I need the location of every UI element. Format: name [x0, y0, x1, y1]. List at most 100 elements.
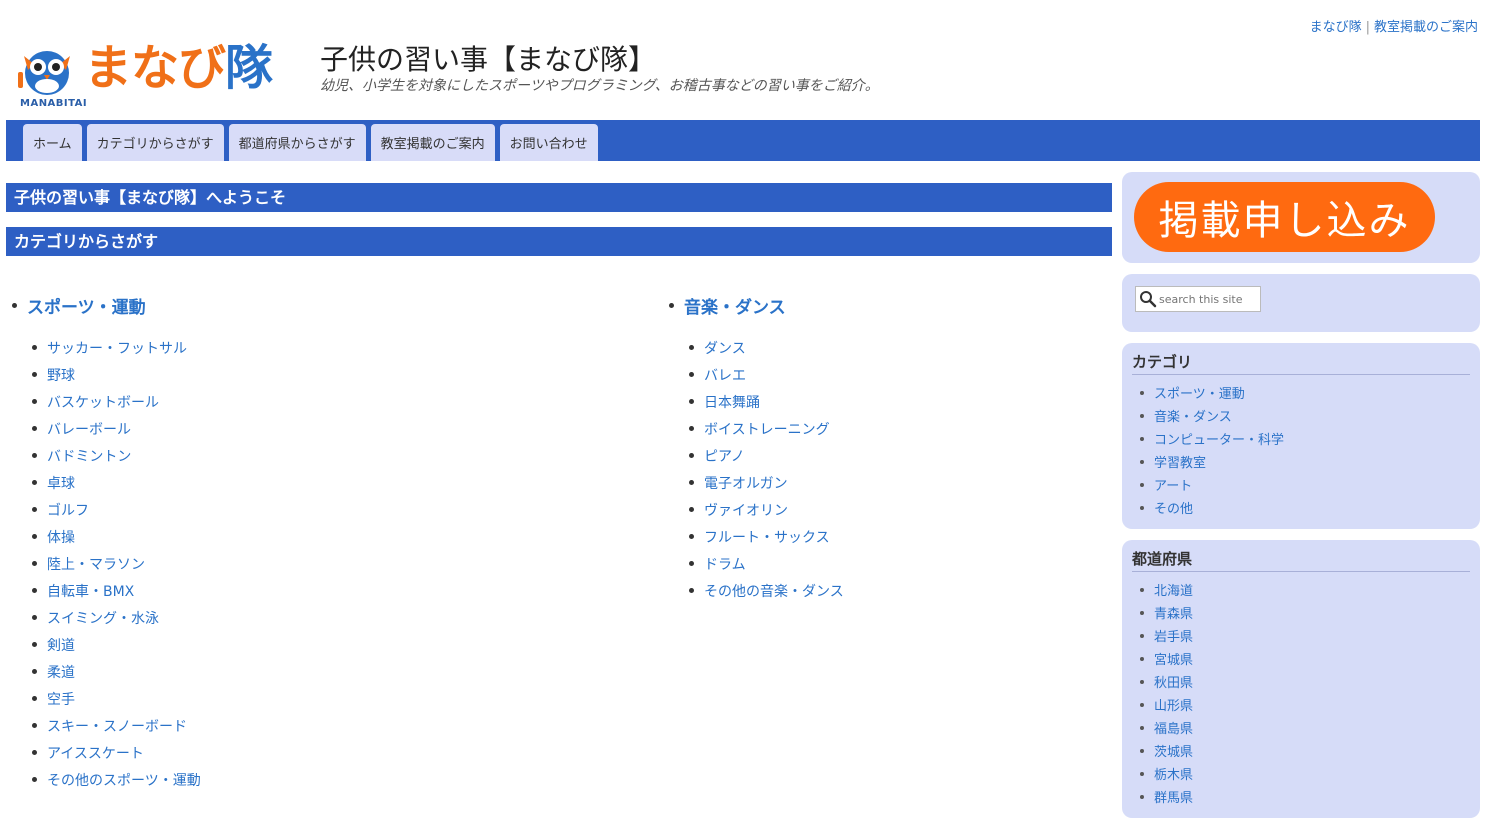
site-logo[interactable]: まなび隊 MANABITAI [14, 40, 309, 110]
category-item[interactable]: バレエ [669, 361, 844, 388]
category-item[interactable]: 卓球 [12, 469, 201, 496]
category-item[interactable]: 電子オルガン [669, 469, 844, 496]
nav-search-by-category[interactable]: カテゴリからさがす [86, 124, 224, 161]
sidebar-category-item[interactable]: スポーツ・運動 [1132, 381, 1470, 404]
category-item[interactable]: 自転車・BMX [12, 577, 201, 604]
category-item[interactable]: ゴルフ [12, 496, 201, 523]
category-item-link[interactable]: 野球 [47, 365, 75, 385]
category-item-link[interactable]: 日本舞踊 [704, 392, 760, 412]
category-item[interactable]: ダンス [669, 334, 844, 361]
category-item-link[interactable]: その他のスポーツ・運動 [47, 770, 201, 790]
category-item-link[interactable]: バレエ [704, 365, 746, 385]
category-item[interactable]: 体操 [12, 523, 201, 550]
category-item-link[interactable]: 柔道 [47, 662, 75, 682]
search-field[interactable] [1135, 286, 1261, 312]
category-link-sports[interactable]: スポーツ・運動 [27, 293, 146, 318]
sidebar-prefecture-item-link[interactable]: 山形県 [1154, 695, 1193, 714]
sidebar-category-item[interactable]: アート [1132, 473, 1470, 496]
category-item[interactable]: その他のスポーツ・運動 [12, 766, 201, 793]
category-item-link[interactable]: バレーボール [47, 419, 131, 439]
category-item-link[interactable]: スキー・スノーボード [47, 716, 187, 736]
category-item[interactable]: 空手 [12, 685, 201, 712]
category-item-link[interactable]: ヴァイオリン [704, 500, 788, 520]
category-item-link[interactable]: 電子オルガン [704, 473, 788, 493]
sidebar-category-item-link[interactable]: コンピューター・科学 [1154, 429, 1284, 448]
category-link-music[interactable]: 音楽・ダンス [684, 293, 786, 318]
nav-home[interactable]: ホーム [23, 124, 82, 161]
nav-contact[interactable]: お問い合わせ [499, 124, 598, 161]
category-item-link[interactable]: 自転車・BMX [47, 581, 134, 601]
sidebar-category-item-link[interactable]: その他 [1154, 498, 1193, 517]
sidebar-prefecture-item-link[interactable]: 群馬県 [1154, 787, 1193, 806]
sidebar-prefecture-item[interactable]: 宮城県 [1132, 647, 1470, 670]
sidebar-prefecture-item[interactable]: 茨城県 [1132, 739, 1470, 762]
nav-search-by-prefecture[interactable]: 都道府県からさがす [228, 124, 366, 161]
category-item-link[interactable]: その他の音楽・ダンス [704, 581, 844, 601]
category-item[interactable]: アイススケート [12, 739, 201, 766]
sidebar-prefecture-item[interactable]: 栃木県 [1132, 762, 1470, 785]
toplink-listing-info[interactable]: 教室掲載のご案内 [1374, 20, 1478, 35]
category-item-link[interactable]: スイミング・水泳 [47, 608, 159, 628]
category-item[interactable]: スキー・スノーボード [12, 712, 201, 739]
sidebar-category-item-link[interactable]: アート [1154, 475, 1192, 494]
category-item-link[interactable]: ピアノ [704, 446, 745, 466]
category-item[interactable]: バレーボール [12, 415, 201, 442]
category-item[interactable]: 柔道 [12, 658, 201, 685]
sidebar-prefecture-item[interactable]: 北海道 [1132, 578, 1470, 601]
category-item-link[interactable]: 体操 [47, 527, 75, 547]
category-item-link[interactable]: ゴルフ [47, 500, 89, 520]
category-item[interactable]: 野球 [12, 361, 201, 388]
category-item[interactable]: ボイストレーニング [669, 415, 844, 442]
sidebar-category-item[interactable]: 音楽・ダンス [1132, 404, 1470, 427]
category-item-link[interactable]: ボイストレーニング [704, 419, 830, 439]
sidebar-category-item-link[interactable]: 学習教室 [1154, 452, 1206, 471]
search-input[interactable] [1157, 292, 1255, 306]
category-item[interactable]: ドラム [669, 550, 844, 577]
sidebar-prefecture-item-link[interactable]: 栃木県 [1154, 764, 1193, 783]
category-item[interactable]: ピアノ [669, 442, 844, 469]
sidebar-category-item[interactable]: その他 [1132, 496, 1470, 519]
category-item-link[interactable]: 陸上・マラソン [47, 554, 145, 574]
sidebar-prefecture-item-link[interactable]: 宮城県 [1154, 649, 1193, 668]
sidebar-category-item[interactable]: コンピューター・科学 [1132, 427, 1470, 450]
apply-listing-button[interactable]: 掲載申し込み [1134, 182, 1435, 252]
category-item[interactable]: ヴァイオリン [669, 496, 844, 523]
category-item[interactable]: 日本舞踊 [669, 388, 844, 415]
category-item-link[interactable]: アイススケート [47, 743, 144, 763]
sidebar-prefecture-item[interactable]: 山形県 [1132, 693, 1470, 716]
sidebar-prefecture-item-link[interactable]: 北海道 [1154, 580, 1193, 599]
sidebar-prefecture-item[interactable]: 群馬県 [1132, 785, 1470, 808]
sidebar-prefecture-item-link[interactable]: 秋田県 [1154, 672, 1193, 691]
sidebar-prefecture-item[interactable]: 福島県 [1132, 716, 1470, 739]
category-item-link[interactable]: 剣道 [47, 635, 75, 655]
category-item[interactable]: その他の音楽・ダンス [669, 577, 844, 604]
category-item[interactable]: 剣道 [12, 631, 201, 658]
sidebar-prefecture-item[interactable]: 秋田県 [1132, 670, 1470, 693]
sidebar-prefecture-item[interactable]: 青森県 [1132, 601, 1470, 624]
category-item-link[interactable]: バスケットボール [47, 392, 159, 412]
category-item-link[interactable]: バドミントン [47, 446, 131, 466]
category-item[interactable]: サッカー・フットサル [12, 334, 201, 361]
category-item[interactable]: スイミング・水泳 [12, 604, 201, 631]
nav-listing-info[interactable]: 教室掲載のご案内 [370, 124, 495, 161]
category-item[interactable]: バドミントン [12, 442, 201, 469]
sidebar-category-item-link[interactable]: スポーツ・運動 [1154, 383, 1245, 402]
category-item-link[interactable]: 卓球 [47, 473, 75, 493]
toplink-manabitai[interactable]: まなび隊 [1310, 20, 1362, 35]
category-item-link[interactable]: ダンス [704, 338, 746, 358]
category-item-link[interactable]: ドラム [704, 554, 746, 574]
sidebar-prefecture-item-link[interactable]: 岩手県 [1154, 626, 1193, 645]
category-item-link[interactable]: フルート・サックス [704, 527, 830, 547]
sidebar-prefecture-item-link[interactable]: 福島県 [1154, 718, 1193, 737]
sidebar-prefecture-item-link[interactable]: 青森県 [1154, 603, 1193, 622]
category-item[interactable]: 陸上・マラソン [12, 550, 201, 577]
category-item[interactable]: フルート・サックス [669, 523, 844, 550]
sidebar-prefecture-item-link[interactable]: 茨城県 [1154, 741, 1193, 760]
category-item[interactable]: バスケットボール [12, 388, 201, 415]
sidebar-category-item[interactable]: 学習教室 [1132, 450, 1470, 473]
sidebar-prefecture-item[interactable]: 岩手県 [1132, 624, 1470, 647]
category-item-link[interactable]: 空手 [47, 689, 75, 709]
sidebar-category-item-link[interactable]: 音楽・ダンス [1154, 406, 1232, 425]
category-item-link[interactable]: サッカー・フットサル [47, 338, 187, 358]
site-title[interactable]: 子供の習い事【まなび隊】 [320, 38, 656, 78]
